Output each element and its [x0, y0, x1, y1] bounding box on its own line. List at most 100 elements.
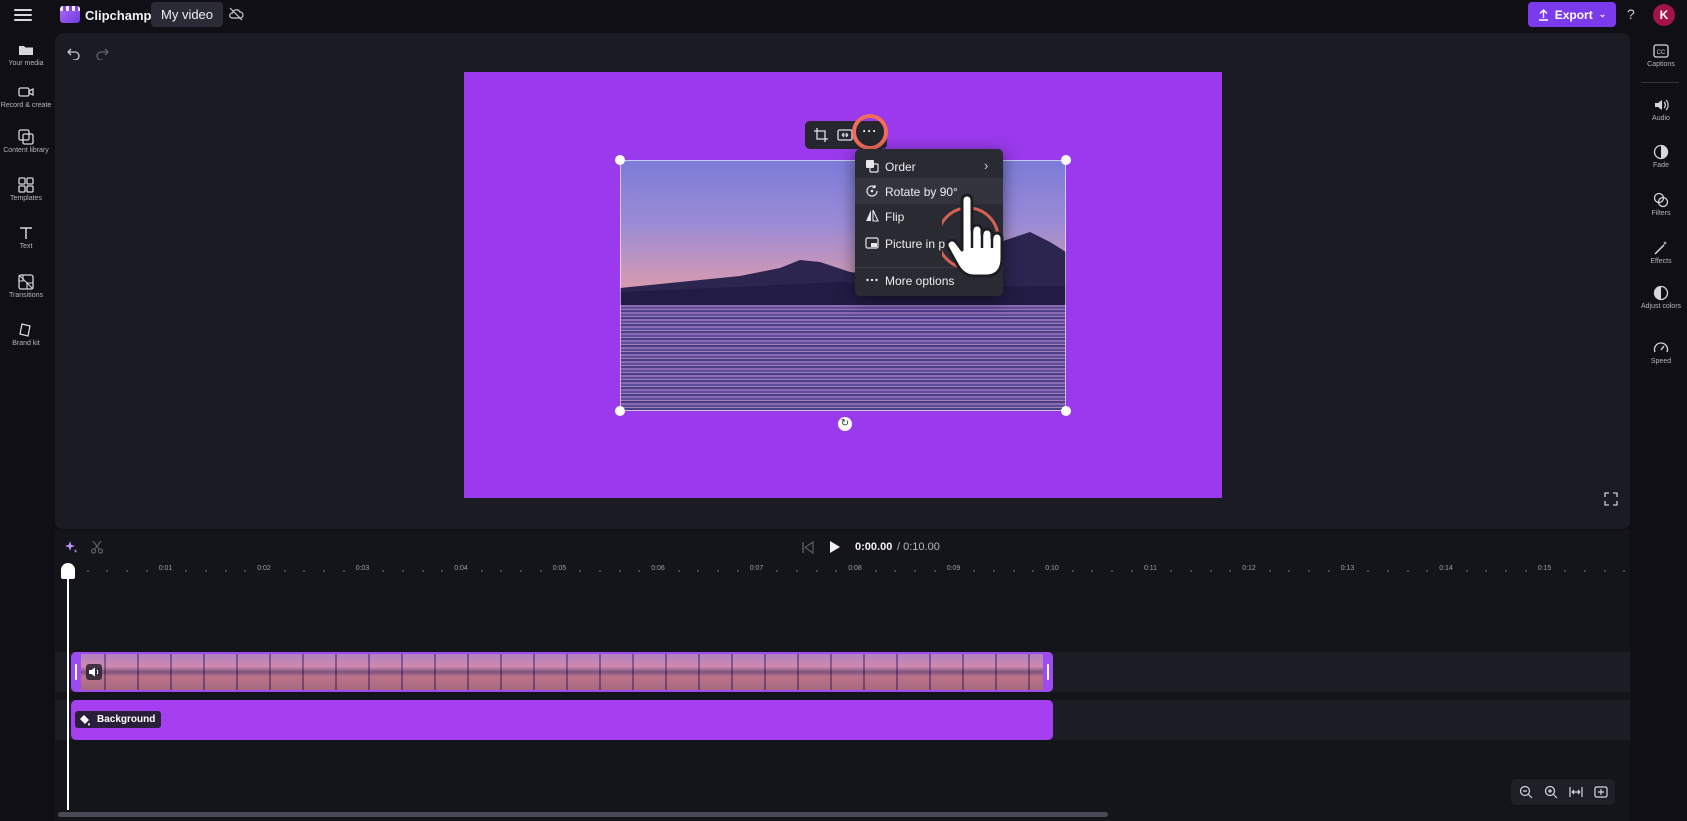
filters-icon	[1653, 192, 1669, 208]
ruler-tick	[1288, 570, 1291, 572]
ruler-tick	[579, 570, 582, 572]
redo-icon[interactable]	[95, 46, 109, 60]
sidebar-item-label: Record & create	[0, 102, 52, 109]
resize-handle[interactable]	[1061, 155, 1071, 165]
sidebar-item-label: Templates	[10, 195, 42, 202]
ruler-tick	[933, 570, 936, 572]
sidebar-item-transitions[interactable]: Transitions	[0, 274, 52, 300]
ruler-tick	[1012, 570, 1015, 572]
clipchamp-logo-icon	[60, 6, 80, 23]
resize-handle[interactable]	[615, 155, 625, 165]
scissors-icon[interactable]	[90, 540, 104, 554]
clip-trim-handle-right[interactable]	[1043, 652, 1053, 692]
ruler-tick	[618, 570, 621, 572]
sidebar-item-content-library[interactable]: Content library	[0, 129, 52, 155]
ruler-tick	[1367, 570, 1370, 572]
property-audio[interactable]: Audio	[1635, 97, 1687, 123]
menu-item-label: Order	[885, 160, 916, 174]
rotate-icon	[866, 185, 878, 197]
ruler-tick	[1524, 570, 1527, 572]
ruler-tick-label: 0:02	[257, 565, 271, 572]
avatar[interactable]: K	[1653, 4, 1675, 26]
ruler-tick	[480, 570, 483, 572]
fit-timeline-icon[interactable]	[1569, 785, 1583, 799]
ruler-tick	[1091, 570, 1094, 572]
timeline-scrollbar[interactable]	[58, 812, 1108, 817]
sidebar-item-label: Transitions	[9, 292, 43, 299]
playhead-handle[interactable]	[61, 563, 75, 579]
menu-item-order[interactable]: Order ›	[855, 153, 1003, 179]
ruler-tick	[1229, 570, 1232, 572]
ruler-tick	[441, 570, 444, 572]
clip-audio-icon[interactable]	[86, 664, 102, 680]
property-adjust-colors[interactable]: Adjust colors	[1635, 285, 1687, 311]
property-label: Filters	[1651, 210, 1671, 217]
ruler-tick	[736, 570, 739, 572]
rotate-handle-icon[interactable]: ↻	[838, 417, 852, 431]
transitions-icon	[18, 274, 34, 290]
ruler-tick-label: 0:10	[1045, 565, 1059, 572]
upload-icon	[1538, 8, 1548, 21]
property-label: Captions	[1647, 61, 1675, 68]
ruler-tick	[1485, 570, 1488, 572]
video-clip[interactable]	[71, 652, 1053, 692]
zoom-out-icon[interactable]	[1519, 785, 1533, 799]
hand-pointer-cursor-icon	[942, 193, 1004, 278]
cloud-off-icon[interactable]	[228, 6, 244, 22]
more-dots-icon	[866, 278, 878, 282]
ruler-tick	[1583, 570, 1586, 572]
property-effects[interactable]: Effects	[1635, 240, 1687, 266]
zoom-in-icon[interactable]	[1544, 785, 1558, 799]
property-label: Adjust colors	[1640, 303, 1682, 310]
ruler-tick	[539, 570, 542, 572]
resize-handle[interactable]	[615, 406, 625, 416]
chevron-down-icon: ⌄	[1598, 9, 1607, 19]
property-filters[interactable]: Filters	[1635, 192, 1687, 218]
ruler-tick	[776, 570, 779, 572]
sidebar-item-your-media[interactable]: Your media	[0, 42, 52, 68]
crop-icon[interactable]	[813, 127, 829, 143]
ruler-tick	[1032, 570, 1035, 572]
play-icon[interactable]	[828, 540, 841, 554]
sidebar-item-label: Text	[19, 243, 33, 250]
ruler-tick	[815, 570, 818, 572]
skip-back-icon[interactable]	[801, 541, 814, 554]
ruler-tick	[401, 570, 404, 572]
sidebar-item-templates[interactable]: Templates	[0, 177, 52, 203]
sidebar-item-record-create[interactable]: Record & create	[0, 84, 52, 110]
ruler-tick	[1623, 570, 1626, 572]
timeline-ruler[interactable]: 0:01 0:02 0:03 0:04 0:05 0:06 0:07 0:08 0:09 0:10…	[55, 565, 1630, 581]
property-label: Audio	[1652, 115, 1670, 122]
property-label: Speed	[1650, 358, 1672, 365]
fullscreen-icon[interactable]	[1604, 492, 1618, 506]
property-captions[interactable]: CC Captions	[1635, 43, 1687, 69]
ruler-tick	[204, 570, 207, 572]
resize-handle[interactable]	[1061, 406, 1071, 416]
ruler-tick	[677, 570, 680, 572]
ruler-tick	[126, 570, 129, 572]
clip-trim-handle-left[interactable]	[71, 652, 81, 692]
add-track-icon[interactable]	[1594, 785, 1608, 799]
more-options-icon[interactable]: ···	[861, 125, 879, 139]
ruler-tick	[835, 570, 838, 572]
project-title-tab[interactable]: My video	[151, 2, 224, 27]
export-button[interactable]: Export ⌄	[1528, 2, 1616, 27]
background-clip[interactable]	[71, 700, 1053, 740]
ruler-tick-label: 0:14	[1439, 565, 1453, 572]
ruler-tick-label: 0:04	[454, 565, 468, 572]
property-speed[interactable]: Speed	[1635, 340, 1687, 366]
help-icon[interactable]: ?	[1627, 6, 1635, 22]
fit-icon[interactable]	[837, 127, 853, 143]
property-fade[interactable]: Fade	[1635, 144, 1687, 170]
fade-icon	[1653, 144, 1669, 160]
sidebar-item-brand-kit[interactable]: Brand kit	[0, 322, 52, 348]
ruler-tick	[185, 570, 188, 572]
undo-icon[interactable]	[67, 46, 81, 60]
sidebar-item-text[interactable]: Text	[0, 225, 52, 251]
ruler-tick	[86, 570, 89, 572]
ruler-tick	[1209, 570, 1212, 572]
sparkle-icon[interactable]	[64, 540, 78, 554]
templates-icon	[18, 177, 34, 193]
app-name: Clipchamp	[85, 8, 152, 23]
menu-icon[interactable]	[14, 6, 32, 22]
